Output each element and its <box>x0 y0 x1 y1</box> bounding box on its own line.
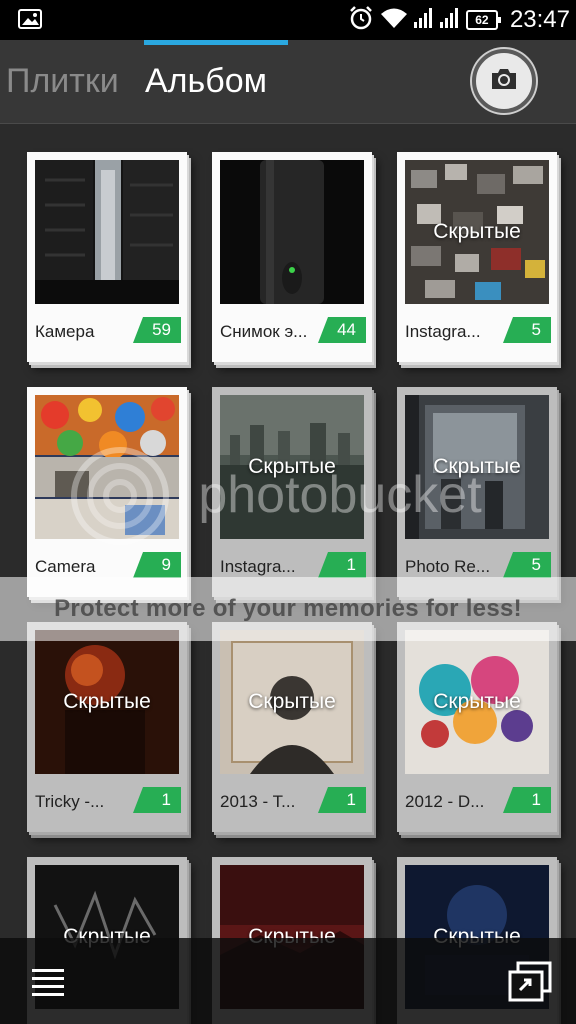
photo-count-badge: 1 <box>133 787 181 813</box>
album-card[interactable]: Скрытые 2012 - D... 1 <box>397 622 557 832</box>
battery-icon: 62 <box>465 10 501 30</box>
album-name: 2013 - T... <box>220 792 296 811</box>
menu-icon <box>28 969 68 1006</box>
album-thumbnail: Скрытые <box>405 160 549 304</box>
album-name: Camera <box>35 557 96 576</box>
album-grid: Камера 59 Снимок э... 44 Скрытые Instagr… <box>0 124 576 1024</box>
album-name: Photo Re... <box>405 557 491 576</box>
photo-count-badge: 5 <box>503 317 551 343</box>
alarm-icon <box>348 5 374 36</box>
album-card[interactable]: Снимок э... 44 <box>212 152 372 362</box>
album-thumbnail <box>35 160 179 304</box>
status-bar: 62 23:47 <box>0 0 576 40</box>
hidden-label: Скрытые <box>433 690 521 713</box>
album-card[interactable]: Камера 59 <box>27 152 187 362</box>
watermark-logo-text: photobucket <box>198 466 482 524</box>
album-name: 2012 - D... <box>405 792 485 811</box>
album-thumbnail: Скрытые <box>220 630 364 774</box>
signal-icon <box>413 7 434 34</box>
album-card[interactable]: Скрытые Instagra... 5 <box>397 152 557 362</box>
clock: 23:47 <box>509 6 570 33</box>
tab-tiles[interactable]: Плитки <box>6 62 119 101</box>
album-thumbnail: Скрытые <box>35 630 179 774</box>
wifi-icon <box>380 7 408 34</box>
window-icon <box>506 961 554 1008</box>
photo-count-badge: 44 <box>318 317 366 343</box>
photo-count-badge: 9 <box>133 552 181 578</box>
photo-count-badge: 59 <box>133 317 181 343</box>
watermark-logo: photobucket <box>0 440 576 550</box>
photo-count-badge: 1 <box>318 552 366 578</box>
gallery-icon <box>18 9 42 34</box>
album-thumbnail: Скрытые <box>405 630 549 774</box>
menu-button[interactable] <box>28 962 68 1002</box>
signal-icon <box>439 7 460 34</box>
camera-button[interactable] <box>472 49 536 113</box>
watermark-banner: Protect more of your memories for less! <box>0 577 576 641</box>
hidden-label: Скрытые <box>248 690 336 713</box>
hidden-label: Скрытые <box>63 690 151 713</box>
album-name: Снимок э... <box>220 322 308 341</box>
photo-count-badge: 5 <box>503 552 551 578</box>
album-name: Instagra... <box>405 322 481 341</box>
hidden-label: Скрытые <box>433 220 521 243</box>
photo-count-badge: 1 <box>503 787 551 813</box>
camera-icon <box>489 67 519 96</box>
tab-album[interactable]: Альбом <box>145 62 267 101</box>
active-tab-indicator <box>144 40 288 45</box>
album-name: Instagra... <box>220 557 296 576</box>
album-thumbnail <box>220 160 364 304</box>
window-button[interactable] <box>506 960 554 1004</box>
bottom-bar <box>0 938 576 1024</box>
album-card[interactable]: Скрытые 2013 - T... 1 <box>212 622 372 832</box>
app-bar: Плитки Альбом <box>0 40 576 124</box>
photo-count-badge: 1 <box>318 787 366 813</box>
album-name: Камера <box>35 322 95 341</box>
watermark-banner-text: Protect more of your memories for less! <box>54 595 522 622</box>
album-card[interactable]: Скрытые Tricky -... 1 <box>27 622 187 832</box>
album-name: Tricky -... <box>35 792 105 811</box>
